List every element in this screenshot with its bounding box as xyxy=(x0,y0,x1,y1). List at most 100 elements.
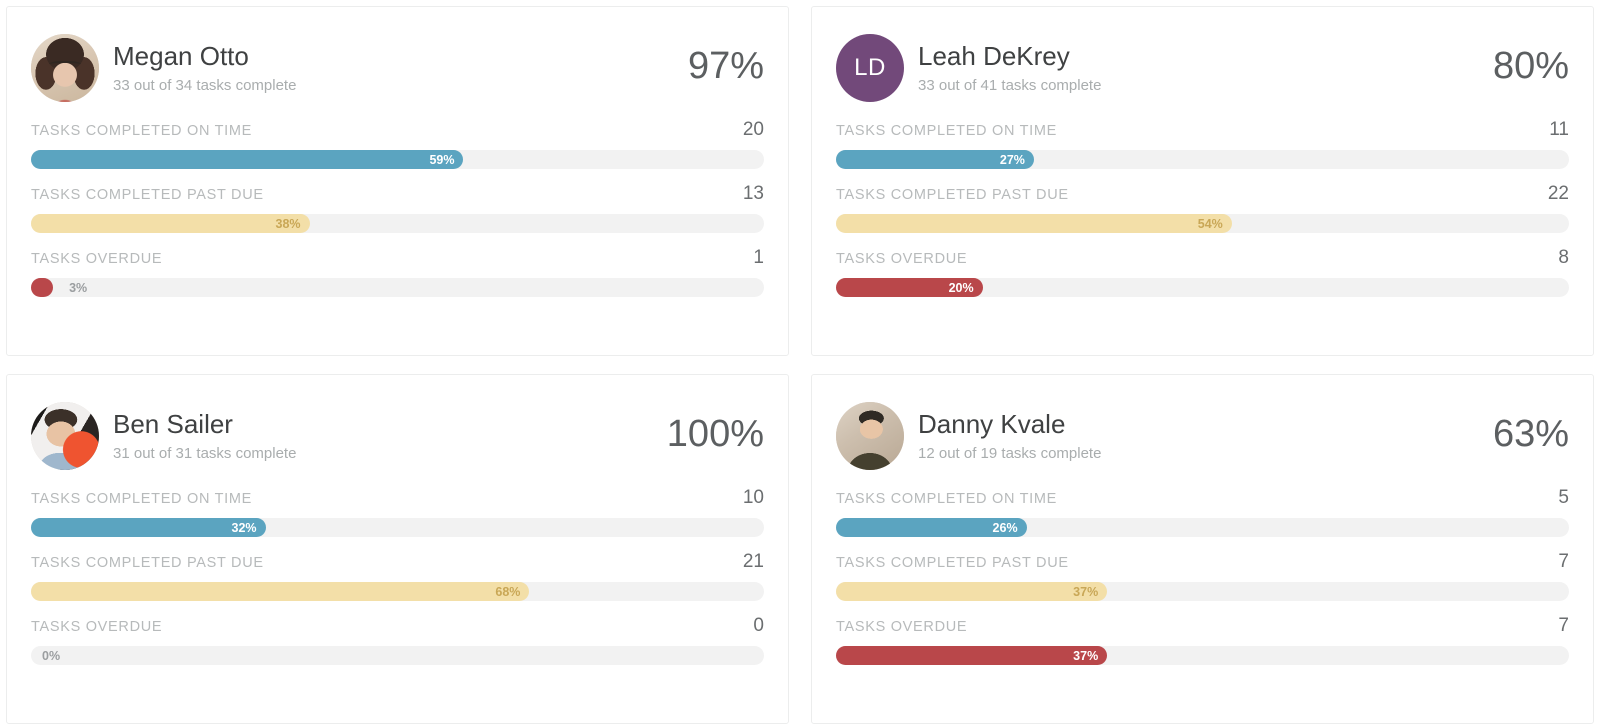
progress-fill-overdue: 37% xyxy=(836,646,1108,665)
progress-bar-ontime: 59% xyxy=(31,150,764,169)
person-name: Megan Otto xyxy=(113,41,249,72)
progress-bar-overdue: 3% xyxy=(31,278,764,297)
progress-bar-ontime: 26% xyxy=(836,518,1569,537)
progress-fill-pastdue: 37% xyxy=(836,582,1108,601)
progress-bar-pastdue: 68% xyxy=(31,582,764,601)
progress-fill-ontime: 32% xyxy=(31,518,266,537)
stat-count: 1 xyxy=(753,247,764,268)
stat-header: TASKS COMPLETED ON TIME 5 xyxy=(836,487,1569,509)
identity: Danny Kvale 12 out of 19 tasks complete xyxy=(918,409,1102,462)
card-header: Megan Otto 33 out of 34 tasks complete 97% xyxy=(31,25,764,111)
overall-percent: 100% xyxy=(666,413,764,455)
stat-label: TASKS OVERDUE xyxy=(31,251,163,267)
avatar-photo-icon xyxy=(836,402,904,470)
progress-percent-label: 59% xyxy=(429,152,455,167)
stat-header: TASKS COMPLETED ON TIME 10 xyxy=(31,487,764,509)
progress-percent-label: 37% xyxy=(1073,584,1099,599)
stat-header: TASKS COMPLETED PAST DUE 21 xyxy=(31,551,764,573)
user-task-card: LD Leah DeKrey 33 out of 41 tasks complete… xyxy=(811,6,1594,356)
person-name: Leah DeKrey xyxy=(918,41,1070,72)
stat-label: TASKS COMPLETED ON TIME xyxy=(31,491,253,507)
stat-row: TASKS COMPLETED PAST DUE 21 68% xyxy=(31,551,764,601)
avatar xyxy=(31,402,99,470)
tasks-complete-subtitle: 31 out of 31 tasks complete xyxy=(113,444,297,462)
progress-fill-ontime: 59% xyxy=(31,150,464,169)
team-task-cards-grid: Megan Otto 33 out of 34 tasks complete 97%… xyxy=(0,0,1600,728)
stat-header: TASKS COMPLETED PAST DUE 22 xyxy=(836,183,1569,205)
stats-list: TASKS COMPLETED ON TIME 20 59% TASKS COMPLE… xyxy=(31,111,764,341)
stat-row: TASKS COMPLETED ON TIME 20 59% xyxy=(31,119,764,169)
stat-header: TASKS COMPLETED ON TIME 11 xyxy=(836,119,1569,141)
progress-bar-pastdue: 37% xyxy=(836,582,1569,601)
avatar: LD xyxy=(836,34,904,102)
progress-bar-overdue: 0% xyxy=(31,646,764,665)
overall-percent: 63% xyxy=(1492,413,1569,455)
avatar-photo-icon xyxy=(31,34,99,102)
stat-row: TASKS COMPLETED PAST DUE 7 37% xyxy=(836,551,1569,601)
progress-bar-overdue: 37% xyxy=(836,646,1569,665)
card-header: Ben Sailer 31 out of 31 tasks complete 100… xyxy=(31,393,764,479)
identity: Leah DeKrey 33 out of 41 tasks complete xyxy=(918,41,1102,94)
stat-header: TASKS OVERDUE 8 xyxy=(836,247,1569,269)
stats-list: TASKS COMPLETED ON TIME 10 32% TASKS COMPLE… xyxy=(31,479,764,709)
stat-row: TASKS OVERDUE 0 0% xyxy=(31,615,764,665)
avatar xyxy=(31,34,99,102)
user-task-card: Danny Kvale 12 out of 19 tasks complete 63… xyxy=(811,374,1594,724)
stat-row: TASKS COMPLETED PAST DUE 22 54% xyxy=(836,183,1569,233)
progress-percent-label: 0% xyxy=(42,648,61,663)
stat-count: 7 xyxy=(1558,615,1569,636)
stat-label: TASKS COMPLETED PAST DUE xyxy=(31,187,264,203)
stat-label: TASKS OVERDUE xyxy=(836,251,968,267)
progress-fill-pastdue: 68% xyxy=(31,582,530,601)
card-header: Danny Kvale 12 out of 19 tasks complete 63… xyxy=(836,393,1569,479)
stat-row: TASKS COMPLETED ON TIME 5 26% xyxy=(836,487,1569,537)
stat-label: TASKS OVERDUE xyxy=(836,619,968,635)
progress-fill-overdue xyxy=(31,278,53,297)
tasks-complete-subtitle: 33 out of 34 tasks complete xyxy=(113,76,297,94)
tasks-complete-subtitle: 12 out of 19 tasks complete xyxy=(918,444,1102,462)
progress-fill-pastdue: 54% xyxy=(836,214,1232,233)
stat-label: TASKS COMPLETED PAST DUE xyxy=(836,555,1069,571)
progress-percent-label: 27% xyxy=(999,152,1025,167)
progress-percent-label: 37% xyxy=(1073,648,1099,663)
progress-percent-label: 20% xyxy=(948,280,974,295)
progress-percent-label: 38% xyxy=(275,216,301,231)
progress-percent-label: 54% xyxy=(1197,216,1223,231)
stat-label: TASKS COMPLETED PAST DUE xyxy=(31,555,264,571)
progress-bar-overdue: 20% xyxy=(836,278,1569,297)
avatar xyxy=(836,402,904,470)
stat-label: TASKS COMPLETED ON TIME xyxy=(836,123,1058,139)
stat-row: TASKS OVERDUE 7 37% xyxy=(836,615,1569,665)
stat-row: TASKS COMPLETED ON TIME 11 27% xyxy=(836,119,1569,169)
avatar-photo-icon xyxy=(31,402,99,470)
progress-bar-ontime: 32% xyxy=(31,518,764,537)
identity: Ben Sailer 31 out of 31 tasks complete xyxy=(113,409,297,462)
identity: Megan Otto 33 out of 34 tasks complete xyxy=(113,41,297,94)
stat-count: 8 xyxy=(1558,247,1569,268)
progress-fill-ontime: 26% xyxy=(836,518,1027,537)
stat-count: 13 xyxy=(742,183,764,204)
progress-bar-ontime: 27% xyxy=(836,150,1569,169)
stat-count: 22 xyxy=(1547,183,1569,204)
person-name: Danny Kvale xyxy=(918,409,1066,440)
progress-percent-label: 68% xyxy=(495,584,521,599)
stat-count: 10 xyxy=(742,487,764,508)
tasks-complete-subtitle: 33 out of 41 tasks complete xyxy=(918,76,1102,94)
stat-count: 0 xyxy=(753,615,764,636)
stat-row: TASKS OVERDUE 1 3% xyxy=(31,247,764,297)
progress-fill-pastdue: 38% xyxy=(31,214,310,233)
progress-percent-label: 3% xyxy=(69,280,88,295)
stat-count: 21 xyxy=(742,551,764,572)
progress-bar-pastdue: 38% xyxy=(31,214,764,233)
stat-label: TASKS COMPLETED PAST DUE xyxy=(836,187,1069,203)
stat-header: TASKS OVERDUE 0 xyxy=(31,615,764,637)
progress-percent-label: 26% xyxy=(992,520,1018,535)
stats-list: TASKS COMPLETED ON TIME 11 27% TASKS COMPLE… xyxy=(836,111,1569,341)
stat-label: TASKS COMPLETED ON TIME xyxy=(31,123,253,139)
stat-label: TASKS COMPLETED ON TIME xyxy=(836,491,1058,507)
overall-percent: 80% xyxy=(1492,45,1569,87)
progress-percent-label: 32% xyxy=(231,520,257,535)
stat-header: TASKS OVERDUE 7 xyxy=(836,615,1569,637)
stat-count: 11 xyxy=(1549,119,1569,140)
progress-fill-ontime: 27% xyxy=(836,150,1034,169)
